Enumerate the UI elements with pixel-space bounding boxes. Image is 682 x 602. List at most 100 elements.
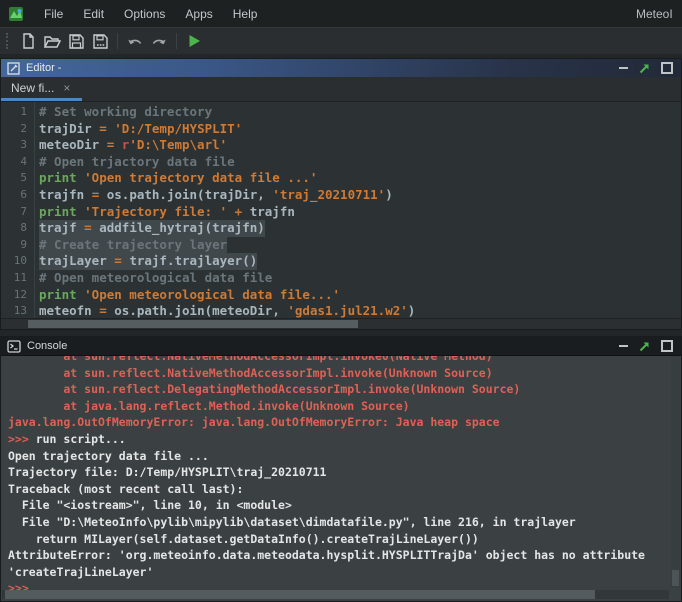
save-as-button[interactable] xyxy=(88,30,112,52)
code-token: 'traj_20210711' xyxy=(272,187,385,202)
editor-panel: Editor - New fi... × 1 # Set working dire… xyxy=(0,58,682,330)
code-line[interactable]: 3meteoDir = r'D:\Temp\arl' xyxy=(1,137,681,154)
code-line[interactable]: 6trajfn = os.path.join(trajDir, 'traj_20… xyxy=(1,187,681,204)
code-line[interactable]: 11# Open meteorological data file xyxy=(1,270,681,287)
code-line[interactable]: 7 print 'Trajectory file: ' + trajfn xyxy=(1,204,681,221)
console-output[interactable]: at sun.reflect.NativeMethodAccessorImpl.… xyxy=(1,355,681,601)
editor-float-icon[interactable] xyxy=(639,63,650,74)
code-token: trajLayer xyxy=(39,253,114,268)
code-line[interactable]: 8 trajf = addfile_hytraj(trajfn) xyxy=(1,220,681,237)
editor-maximize-icon[interactable] xyxy=(661,62,673,74)
toolbar-drag-handle[interactable] xyxy=(6,33,10,49)
undo-button[interactable] xyxy=(123,30,147,52)
code-token: = xyxy=(114,253,129,268)
new-file-button[interactable] xyxy=(16,30,40,52)
run-script-icon xyxy=(188,34,201,48)
console-maximize-icon[interactable] xyxy=(661,340,673,352)
editor-panel-header[interactable]: Editor - xyxy=(1,59,681,77)
code-line[interactable]: 1 # Set working directory xyxy=(1,104,681,121)
save-icon xyxy=(69,34,84,49)
line-number: 12 xyxy=(1,287,31,304)
menu-item-help[interactable]: Help xyxy=(226,7,265,21)
editor-icon xyxy=(7,62,20,75)
new-file-icon xyxy=(21,33,36,49)
code-text: print 'Open trajectory data file ...' xyxy=(39,170,317,187)
code-line[interactable]: 10 trajLayer = trajf.trajlayer() xyxy=(1,253,681,270)
code-line[interactable]: 9 # Create trajectory layer xyxy=(1,237,681,254)
line-number: 1 xyxy=(1,104,31,121)
redo-button[interactable] xyxy=(147,30,171,52)
console-panel-header[interactable]: Console xyxy=(1,337,681,355)
code-text: print 'Open meteorological data file...' xyxy=(39,287,340,304)
editor-tab-bar: New fi... × xyxy=(1,77,681,102)
code-token: os.path.join(trajDir, xyxy=(107,187,273,202)
console-token: at java.lang.reflect.Method.invoke(Unkno… xyxy=(8,399,410,413)
menu-item-file[interactable]: File xyxy=(37,7,70,21)
code-token: 'D:/Temp/HYSPLIT' xyxy=(114,121,242,136)
console-line: Open trajectory data file ... xyxy=(8,448,681,465)
save-as-icon xyxy=(93,34,108,49)
menu-item-apps[interactable]: Apps xyxy=(178,7,219,21)
save-button[interactable] xyxy=(64,30,88,52)
console-line: at sun.reflect.NativeMethodAccessorImpl.… xyxy=(8,355,681,365)
code-text: print 'Trajectory file: ' + trajfn xyxy=(39,204,295,221)
tab-new-file[interactable]: New fi... × xyxy=(1,77,82,101)
code-token: 'Trajectory file: ' xyxy=(84,204,235,219)
menu-item-edit[interactable]: Edit xyxy=(76,7,111,21)
console-token: return MILayer(self.dataset.getDataInfo(… xyxy=(8,532,479,546)
console-minimize-icon[interactable] xyxy=(619,345,628,347)
console-line: java.lang.OutOfMemoryError: java.lang.Ou… xyxy=(8,414,681,431)
code-token: 'Open meteorological data file...' xyxy=(84,287,340,302)
line-number: 8 xyxy=(1,220,31,237)
console-token: run script... xyxy=(36,432,126,446)
code-text: # Open trjactory data file xyxy=(39,154,235,171)
code-line[interactable]: 13meteofn = os.path.join(meteoDir, 'gdas… xyxy=(1,303,681,318)
code-token: # Set working directory xyxy=(39,104,212,119)
code-editor[interactable]: 1 # Set working directory 2trajDir = 'D:/T… xyxy=(1,102,681,318)
tab-close-icon[interactable]: × xyxy=(63,82,70,94)
open-file-button[interactable] xyxy=(40,30,64,52)
console-panel-title: Console xyxy=(27,340,67,352)
menu-bar: FileEditOptionsAppsHelp MeteoI xyxy=(0,0,682,27)
line-number: 10 xyxy=(1,253,31,270)
menu-item-options[interactable]: Options xyxy=(117,7,172,21)
console-vscrollbar[interactable] xyxy=(671,356,680,588)
line-number: 4 xyxy=(1,154,31,171)
code-line[interactable]: 5print 'Open trajectory data file ...' xyxy=(1,170,681,187)
toolbar xyxy=(0,27,682,54)
console-float-icon[interactable] xyxy=(639,341,650,352)
code-token: = xyxy=(84,220,99,235)
editor-hscrollbar-thumb[interactable] xyxy=(28,320,358,328)
code-line[interactable]: 12 print 'Open meteorological data file..… xyxy=(1,287,681,304)
console-hscrollbar-thumb[interactable] xyxy=(5,590,595,599)
run-script-button[interactable] xyxy=(182,30,206,52)
code-token: ) xyxy=(408,303,416,318)
editor-minimize-icon[interactable] xyxy=(619,67,628,69)
line-number: 9 xyxy=(1,237,31,254)
code-token: = xyxy=(107,137,122,152)
line-number: 3 xyxy=(1,137,31,154)
code-token: 'gdas1.jul21.w2' xyxy=(287,303,407,318)
code-token: addfile_hytraj(trajfn) xyxy=(99,220,265,235)
code-token: + xyxy=(235,204,250,219)
code-token: trajf.trajlayer() xyxy=(129,253,257,268)
console-icon xyxy=(7,340,21,353)
console-token: 'createTrajLineLayer' xyxy=(8,565,153,579)
line-number: 7 xyxy=(1,204,31,221)
console-line: at sun.reflect.DelegatingMethodAccessorI… xyxy=(8,381,681,398)
code-text: # Create trajectory layer xyxy=(39,237,227,254)
code-line[interactable]: 2trajDir = 'D:/Temp/HYSPLIT' xyxy=(1,121,681,138)
code-text: trajf = addfile_hytraj(trajfn) xyxy=(39,220,265,237)
redo-icon xyxy=(151,35,167,48)
console-line: >>> run script... xyxy=(8,431,681,448)
console-vscrollbar-thumb[interactable] xyxy=(672,570,679,586)
code-line[interactable]: 4 # Open trjactory data file xyxy=(1,154,681,171)
console-hscrollbar[interactable] xyxy=(2,590,669,599)
code-token: trajfn xyxy=(39,187,92,202)
editor-hscrollbar[interactable] xyxy=(1,318,681,329)
editor-panel-title: Editor - xyxy=(26,62,61,74)
code-token: print xyxy=(39,204,84,219)
code-token: trajDir xyxy=(39,121,99,136)
console-token: Traceback (most recent call last): xyxy=(8,482,243,496)
code-text: trajLayer = trajf.trajlayer() xyxy=(39,253,257,270)
